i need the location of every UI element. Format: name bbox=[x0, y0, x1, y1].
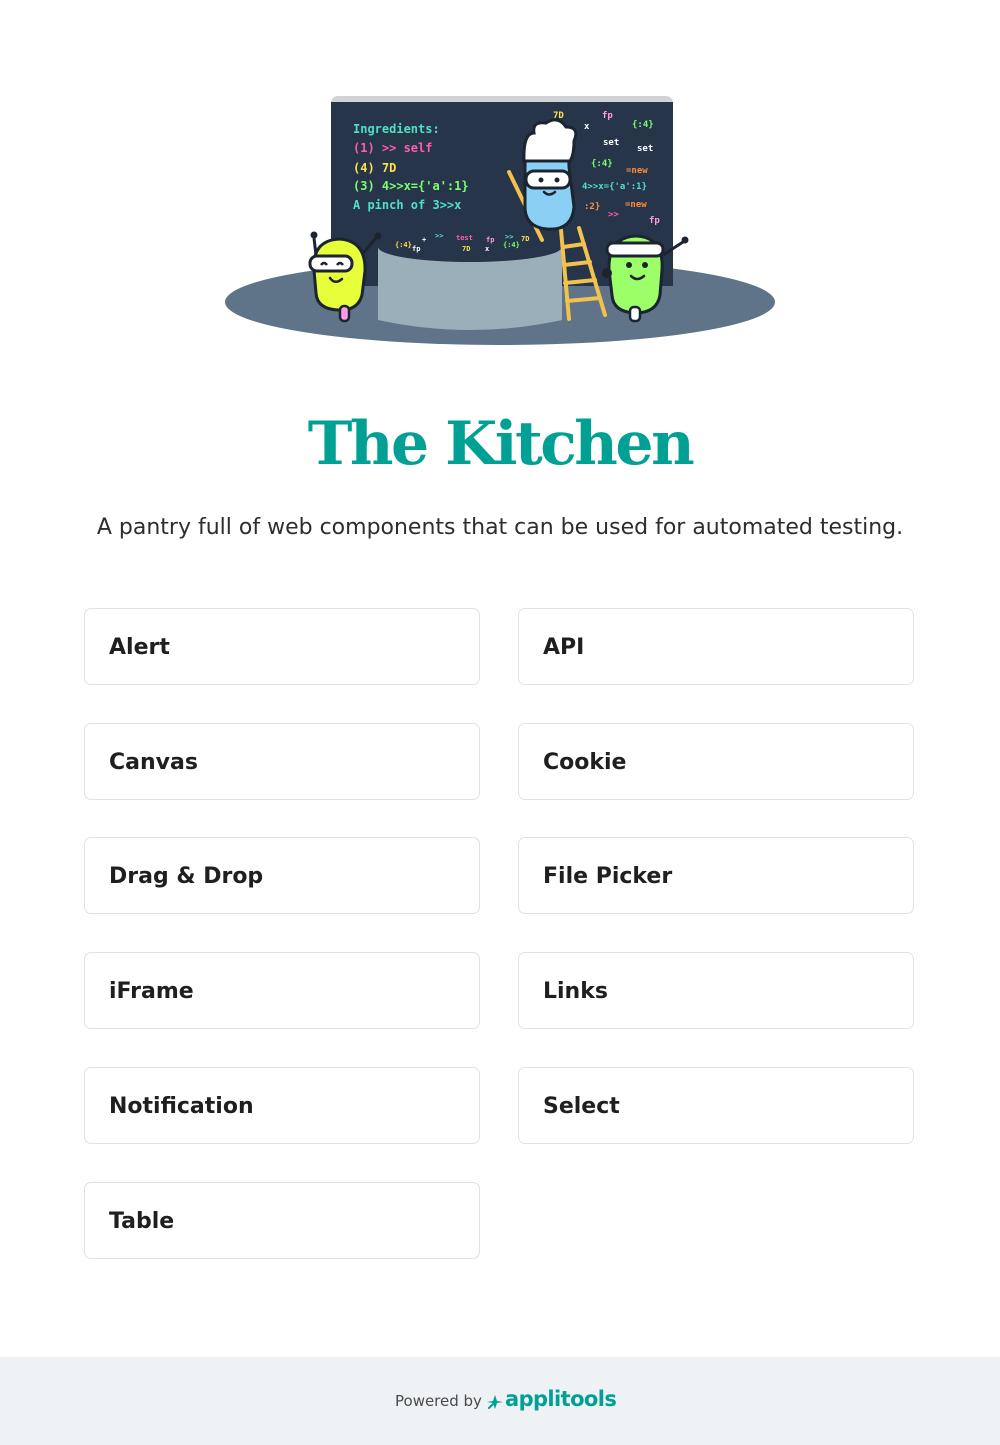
pot-token: 7D bbox=[521, 235, 529, 243]
recipe-line: A pinch of 3>>x bbox=[353, 198, 461, 212]
card-links[interactable]: Links bbox=[518, 952, 914, 1029]
card-alert[interactable]: Alert bbox=[84, 608, 480, 685]
pot-token: >> bbox=[435, 232, 443, 240]
board-token: =new bbox=[625, 200, 647, 210]
board-token: x bbox=[584, 122, 590, 132]
card-label: Notification bbox=[109, 1094, 254, 1119]
card-label: API bbox=[543, 635, 585, 660]
page: Ingredients: (1) >> self (4) 7D (3) 4>>x… bbox=[0, 0, 1000, 1445]
card-table[interactable]: Table bbox=[84, 1182, 480, 1259]
recipe-line: (3) 4>>x={'a':1} bbox=[353, 179, 469, 193]
applitools-logo-icon[interactable] bbox=[486, 1393, 504, 1411]
card-notification[interactable]: Notification bbox=[84, 1067, 480, 1144]
card-label: Select bbox=[543, 1094, 620, 1119]
recipe-line: (1) >> self bbox=[353, 141, 432, 155]
board-token: fp bbox=[649, 216, 660, 226]
card-file-picker[interactable]: File Picker bbox=[518, 837, 914, 914]
pot-token: fp bbox=[486, 236, 494, 244]
board-token: >> bbox=[608, 210, 619, 220]
card-cookie[interactable]: Cookie bbox=[518, 723, 914, 800]
card-label: Links bbox=[543, 979, 608, 1004]
pot-token: {:4} bbox=[503, 241, 520, 249]
card-drag-drop[interactable]: Drag & Drop bbox=[84, 837, 480, 914]
card-label: Table bbox=[109, 1209, 175, 1234]
card-label: iFrame bbox=[109, 979, 194, 1004]
recipe-line: (4) 7D bbox=[353, 161, 396, 175]
kitchen-illustration: Ingredients: (1) >> self (4) 7D (3) 4>>x… bbox=[225, 96, 775, 345]
footer: Powered by applitools bbox=[0, 1357, 1000, 1445]
powered-by-text: Powered by bbox=[395, 1392, 482, 1410]
board-token: {:4} bbox=[632, 120, 654, 130]
card-iframe[interactable]: iFrame bbox=[84, 952, 480, 1029]
board-token: {:4} bbox=[591, 159, 613, 169]
card-label: Alert bbox=[109, 635, 170, 660]
board-token: set bbox=[637, 144, 653, 154]
card-label: File Picker bbox=[543, 864, 673, 889]
board-token: :2} bbox=[584, 202, 600, 212]
pot-token: + bbox=[422, 236, 426, 244]
applitools-link[interactable]: applitools bbox=[505, 1384, 617, 1414]
card-label: Cookie bbox=[543, 750, 627, 775]
board-token: =new bbox=[626, 166, 648, 176]
recipe-line: Ingredients: bbox=[353, 122, 440, 136]
card-label: Canvas bbox=[109, 750, 198, 775]
pot-token: {:4} bbox=[395, 241, 412, 249]
pot-token: 7D bbox=[462, 245, 470, 253]
page-title: The Kitchen bbox=[307, 409, 695, 479]
board-token: fp bbox=[602, 111, 613, 121]
board-token: set bbox=[603, 138, 619, 148]
card-label: Drag & Drop bbox=[109, 864, 264, 889]
pot-token: fp bbox=[412, 245, 420, 253]
page-subtitle: A pantry full of web components that can… bbox=[96, 515, 904, 540]
card-api[interactable]: API bbox=[518, 608, 914, 685]
card-canvas[interactable]: Canvas bbox=[84, 723, 480, 800]
pot-token: >> bbox=[505, 233, 513, 241]
pot-token: test bbox=[456, 234, 473, 242]
card-select[interactable]: Select bbox=[518, 1067, 914, 1144]
board-token: 4>>x={'a':1} bbox=[582, 182, 647, 192]
